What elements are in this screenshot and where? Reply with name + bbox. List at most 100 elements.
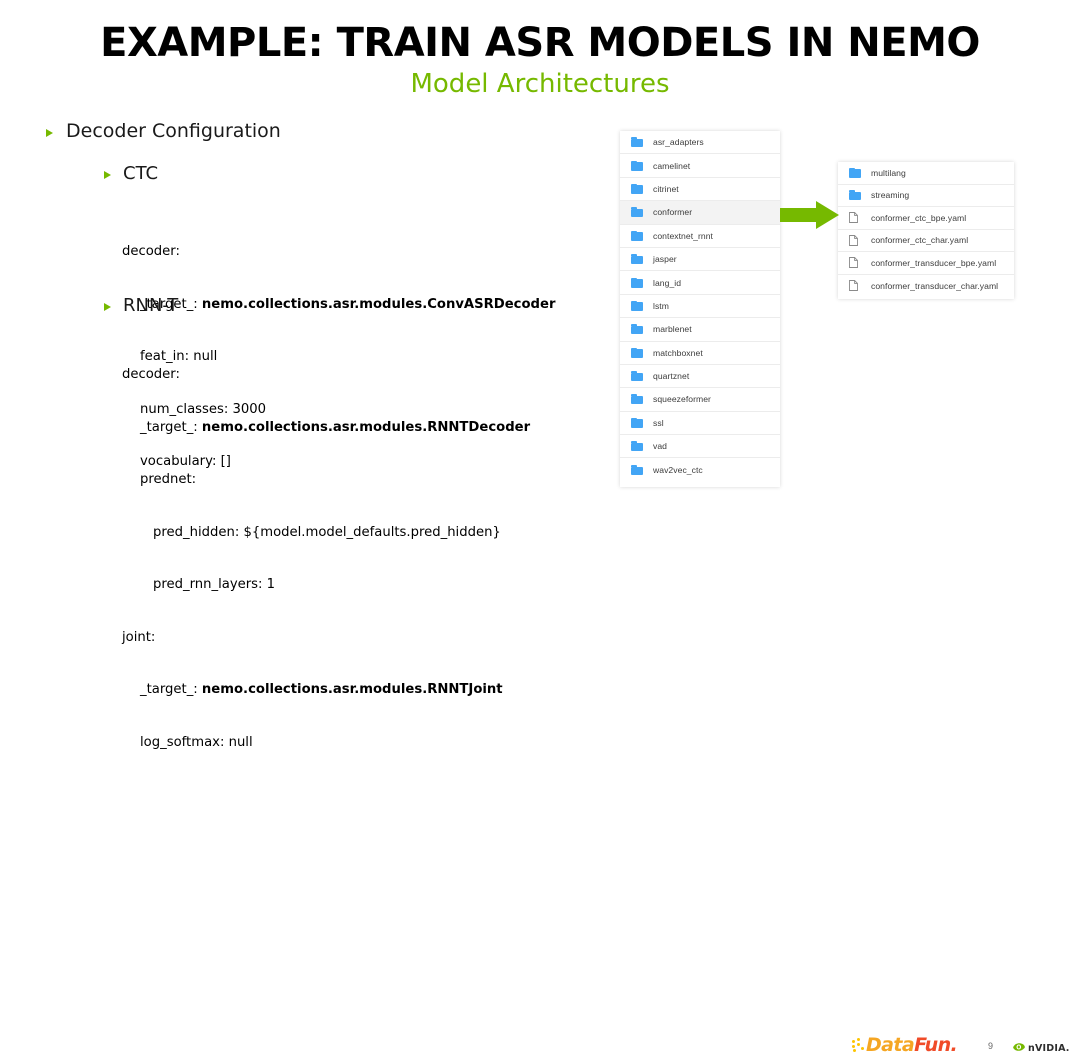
folder-icon (631, 394, 644, 405)
file-name: citrinet (653, 183, 679, 194)
file-name: multilang (871, 167, 906, 178)
code-line: log_softmax: null (140, 734, 253, 750)
file-icon (849, 257, 862, 269)
title-block: EXAMPLE: TRAIN ASR MODELS IN NEMO Model … (0, 22, 1080, 99)
file-name: lstm (653, 300, 669, 311)
file-name: matchboxnet (653, 347, 703, 358)
bullet-label: Decoder Configuration (66, 120, 281, 142)
file-row[interactable]: streaming (838, 185, 1014, 207)
green-right-arrow-icon (780, 200, 840, 230)
code-key: _target_: (140, 682, 202, 697)
file-name: wav2vec_ctc (653, 465, 703, 476)
code-line: _target_: nemo.collections.asr.modules.R… (122, 419, 530, 437)
bullet-decoder-configuration: Decoder Configuration (46, 120, 281, 142)
folder-icon (631, 160, 644, 171)
folder-icon (631, 324, 644, 335)
nvidia-wordmark: nVIDIA. (1028, 1042, 1070, 1054)
file-row[interactable]: marblenet (620, 318, 780, 342)
file-row[interactable]: squeezeformer (620, 388, 780, 412)
file-name: contextnet_rnnt (653, 230, 713, 241)
file-name: ssl (653, 417, 664, 428)
code-value: nemo.collections.asr.modules.RNNTDecoder (201, 419, 531, 435)
file-name: conformer_ctc_bpe.yaml (871, 212, 967, 223)
folder-icon (631, 465, 644, 476)
file-name: quartznet (653, 371, 690, 382)
triangle-bullet-icon (46, 129, 53, 137)
triangle-bullet-icon (104, 303, 111, 311)
bullet-label: RNN-T (123, 295, 179, 316)
code-line: _target_: nemo.collections.asr.modules.R… (122, 681, 530, 699)
file-row[interactable]: matchboxnet (620, 342, 780, 365)
file-icon (849, 212, 862, 224)
nvidia-logo: nVIDIA. (1012, 1039, 1070, 1057)
file-row[interactable]: citrinet (620, 178, 780, 202)
folder-icon (631, 183, 644, 194)
code-value: nemo.collections.asr.modules.ConvASRDeco… (201, 296, 556, 312)
file-row[interactable]: camelinet (620, 154, 780, 178)
file-row[interactable]: quartznet (620, 365, 780, 389)
file-row[interactable]: conformer_transducer_char.yaml (838, 275, 1014, 298)
file-row[interactable]: conformer_transducer_bpe.yaml (838, 252, 1014, 275)
code-line: prednet: (140, 472, 197, 487)
file-icon (849, 234, 862, 246)
code-line: pred_rnn_layers: 1 (153, 577, 276, 592)
file-name: marblenet (653, 324, 692, 335)
page-number: 9 (988, 1041, 994, 1051)
datafun-data-text: Data (866, 1033, 915, 1056)
file-name: conformer_transducer_bpe.yaml (871, 257, 997, 268)
folder-icon (631, 254, 644, 265)
code-line: decoder: (122, 367, 180, 382)
file-name: streaming (871, 190, 910, 201)
file-name: conformer_transducer_char.yaml (871, 280, 999, 291)
triangle-bullet-icon (104, 171, 111, 179)
file-browser-right-panel[interactable]: multilang streaming conformer_ctc_bpe.yaml… (838, 162, 1014, 299)
file-row[interactable]: multilang (838, 162, 1014, 185)
code-line: joint: (122, 629, 156, 645)
folder-icon (631, 207, 644, 218)
nvidia-eye-icon (1012, 1039, 1025, 1057)
folder-icon (631, 137, 644, 148)
file-row[interactable]: vad (620, 435, 780, 459)
file-row[interactable]: conformer (620, 201, 780, 225)
code-value: nemo.collections.asr.modules.RNNTJoint (201, 682, 503, 697)
datafun-logo: Data Fun. (852, 1033, 958, 1056)
folder-icon (631, 347, 644, 358)
code-line: decoder: (122, 244, 180, 259)
bullet-label: CTC (123, 163, 159, 184)
code-line: _target_: nemo.collections.asr.modules.C… (122, 296, 555, 314)
file-row[interactable]: asr_adapters (620, 131, 780, 155)
bullet-ctc: CTC (104, 163, 158, 184)
code-key: _target_: (140, 419, 202, 435)
file-name: conformer (653, 207, 693, 218)
bullet-rnnt: RNN-T (104, 295, 178, 316)
folder-icon (631, 300, 644, 311)
file-row[interactable]: lstm (620, 295, 780, 319)
file-icon (849, 280, 862, 292)
file-row[interactable]: ssl (620, 412, 780, 436)
file-name: camelinet (653, 160, 691, 171)
file-row[interactable]: wav2vec_ctc (620, 458, 780, 481)
folder-icon (631, 417, 644, 428)
page-subtitle: Model Architectures (410, 69, 670, 99)
folder-icon (631, 230, 644, 241)
file-name: conformer_ctc_char.yaml (871, 235, 969, 246)
folder-icon (849, 190, 862, 201)
file-name: asr_adapters (653, 137, 704, 148)
file-name: vad (653, 441, 668, 452)
file-row[interactable]: conformer_ctc_char.yaml (838, 230, 1014, 252)
folder-icon (631, 441, 644, 452)
folder-icon (631, 277, 644, 288)
file-name: jasper (653, 254, 677, 265)
folder-icon (849, 167, 862, 178)
page-title: EXAMPLE: TRAIN ASR MODELS IN NEMO (100, 20, 980, 66)
file-row[interactable]: contextnet_rnnt (620, 225, 780, 248)
datafun-fun-text: Fun. (914, 1033, 958, 1056)
slide-footer: Data Fun. 9 nVIDIA. (0, 512, 1080, 1054)
file-row[interactable]: conformer_ctc_bpe.yaml (838, 207, 1014, 230)
folder-icon (631, 371, 644, 382)
file-browser-left-panel[interactable]: asr_adapters camelinet citrinet conformer co… (620, 131, 780, 487)
file-name: squeezeformer (653, 394, 711, 405)
file-row[interactable]: lang_id (620, 271, 780, 295)
file-row[interactable]: jasper (620, 248, 780, 272)
file-name: lang_id (653, 277, 682, 288)
